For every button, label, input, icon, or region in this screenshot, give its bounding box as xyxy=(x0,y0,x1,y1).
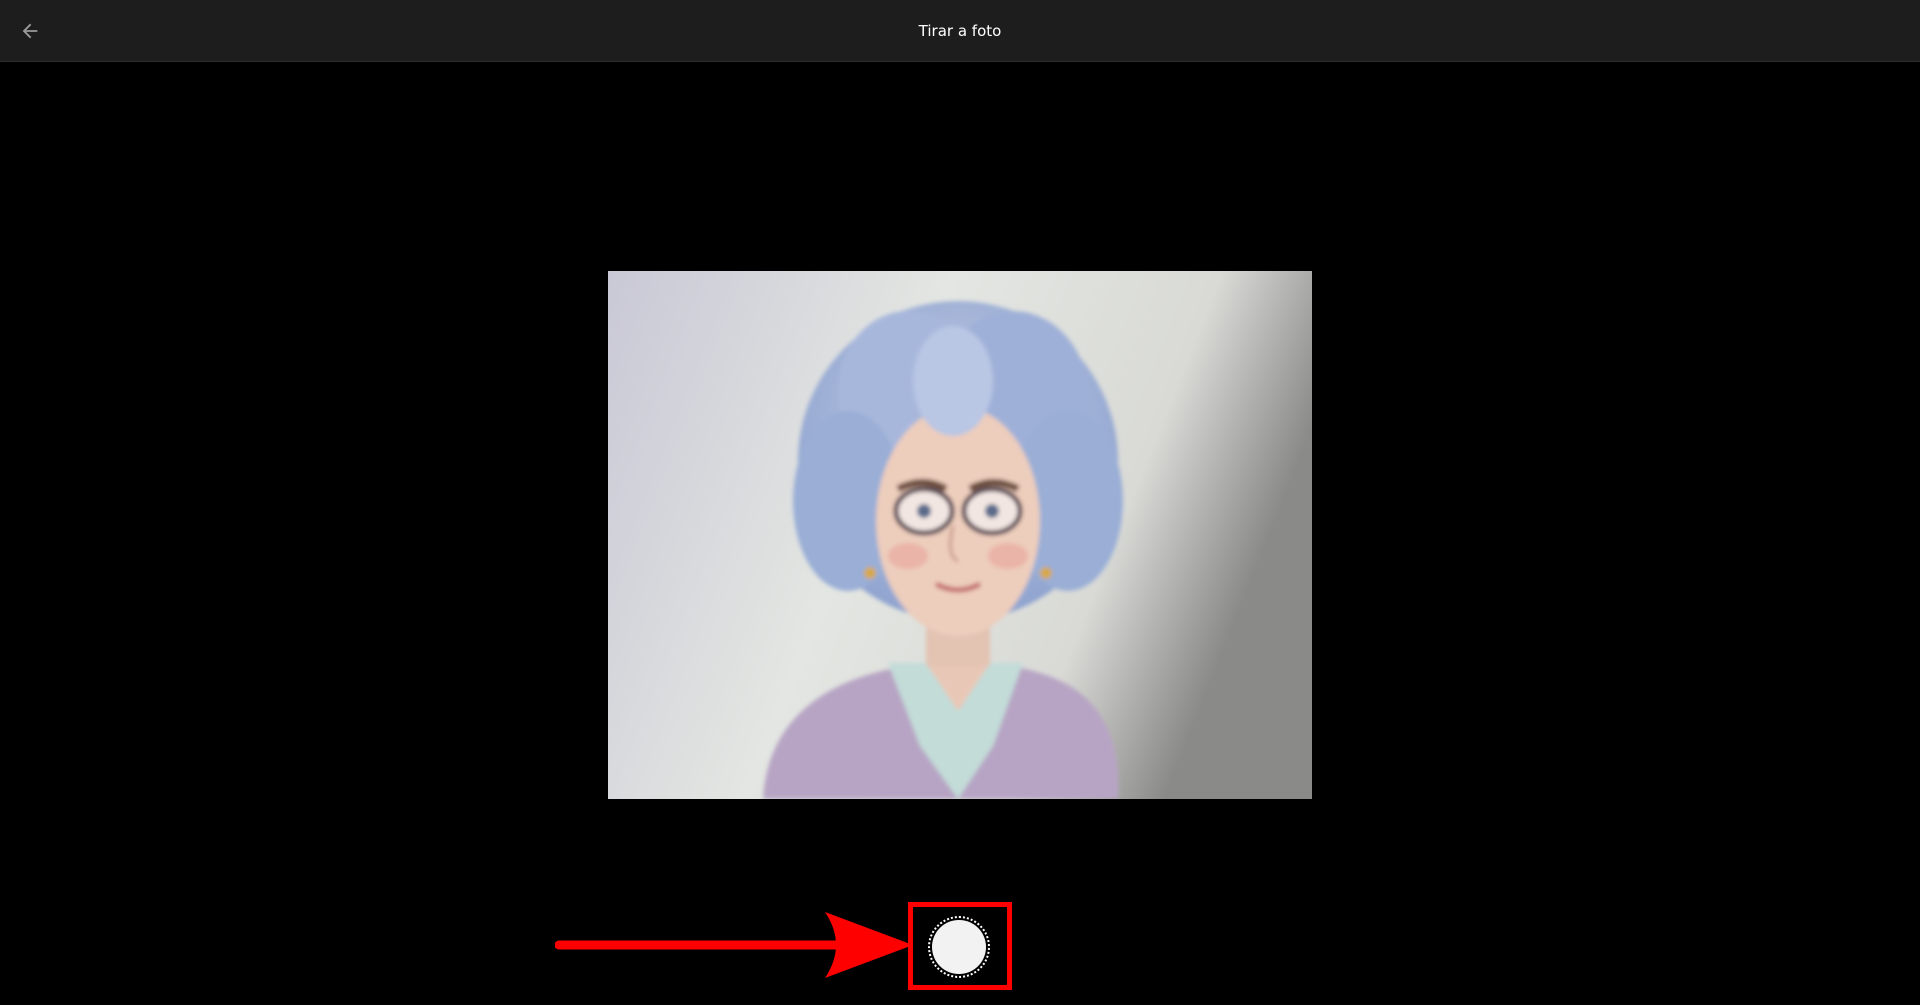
back-button[interactable] xyxy=(14,15,46,47)
page-title: Tirar a foto xyxy=(918,22,1002,40)
arrow-right-icon xyxy=(555,912,913,978)
shutter-button[interactable] xyxy=(928,916,990,978)
camera-preview-image xyxy=(608,271,1312,799)
camera-preview xyxy=(608,271,1312,799)
top-bar: Tirar a foto xyxy=(0,0,1920,62)
arrow-left-icon xyxy=(22,23,38,39)
shutter-button-icon xyxy=(932,920,986,974)
